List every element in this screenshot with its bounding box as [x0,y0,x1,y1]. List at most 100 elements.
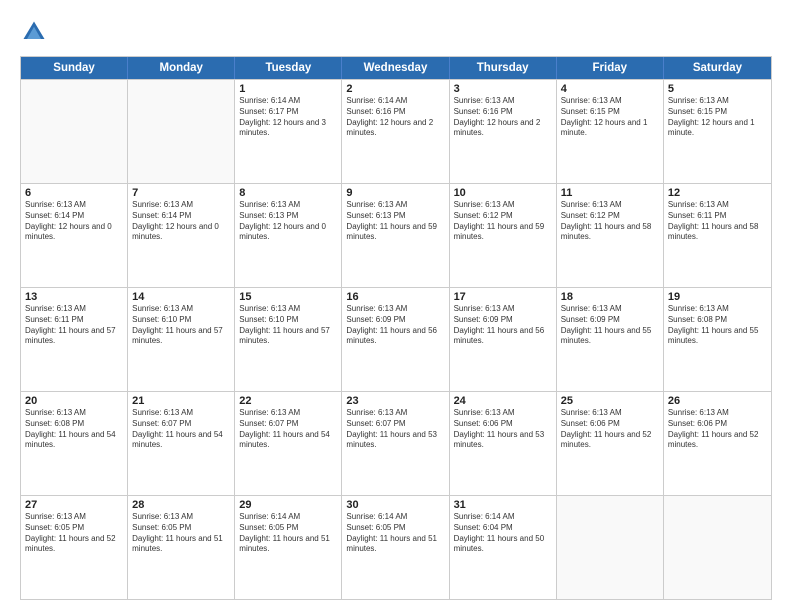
calendar-cell-1: 1Sunrise: 6:14 AMSunset: 6:17 PMDaylight… [235,80,342,183]
calendar-cell-8: 8Sunrise: 6:13 AMSunset: 6:13 PMDaylight… [235,184,342,287]
calendar-cell-30: 30Sunrise: 6:14 AMSunset: 6:05 PMDayligh… [342,496,449,599]
day-number: 28 [132,499,230,511]
day-info: Sunrise: 6:13 AMSunset: 6:13 PMDaylight:… [346,200,444,243]
calendar-cell-5: 5Sunrise: 6:13 AMSunset: 6:15 PMDaylight… [664,80,771,183]
calendar-cell-23: 23Sunrise: 6:13 AMSunset: 6:07 PMDayligh… [342,392,449,495]
day-number: 29 [239,499,337,511]
calendar-cell-22: 22Sunrise: 6:13 AMSunset: 6:07 PMDayligh… [235,392,342,495]
calendar-cell-16: 16Sunrise: 6:13 AMSunset: 6:09 PMDayligh… [342,288,449,391]
header [20,18,772,46]
calendar-cell-20: 20Sunrise: 6:13 AMSunset: 6:08 PMDayligh… [21,392,128,495]
day-info: Sunrise: 6:13 AMSunset: 6:06 PMDaylight:… [454,408,552,451]
day-info: Sunrise: 6:13 AMSunset: 6:09 PMDaylight:… [454,304,552,347]
calendar-cell-28: 28Sunrise: 6:13 AMSunset: 6:05 PMDayligh… [128,496,235,599]
day-number: 20 [25,395,123,407]
calendar-cell-13: 13Sunrise: 6:13 AMSunset: 6:11 PMDayligh… [21,288,128,391]
day-info: Sunrise: 6:13 AMSunset: 6:13 PMDaylight:… [239,200,337,243]
col-header-sunday: Sunday [21,57,128,79]
day-info: Sunrise: 6:13 AMSunset: 6:06 PMDaylight:… [668,408,767,451]
day-info: Sunrise: 6:14 AMSunset: 6:04 PMDaylight:… [454,512,552,555]
calendar-header-row: SundayMondayTuesdayWednesdayThursdayFrid… [21,57,771,79]
day-info: Sunrise: 6:13 AMSunset: 6:09 PMDaylight:… [561,304,659,347]
calendar-cell-10: 10Sunrise: 6:13 AMSunset: 6:12 PMDayligh… [450,184,557,287]
calendar-cell-empty [664,496,771,599]
day-info: Sunrise: 6:13 AMSunset: 6:07 PMDaylight:… [239,408,337,451]
day-number: 15 [239,291,337,303]
calendar-cell-empty [128,80,235,183]
calendar-cell-empty [21,80,128,183]
calendar-cell-29: 29Sunrise: 6:14 AMSunset: 6:05 PMDayligh… [235,496,342,599]
calendar-cell-3: 3Sunrise: 6:13 AMSunset: 6:16 PMDaylight… [450,80,557,183]
calendar-body: 1Sunrise: 6:14 AMSunset: 6:17 PMDaylight… [21,79,771,599]
day-info: Sunrise: 6:13 AMSunset: 6:15 PMDaylight:… [668,96,767,139]
calendar-cell-27: 27Sunrise: 6:13 AMSunset: 6:05 PMDayligh… [21,496,128,599]
calendar-cell-21: 21Sunrise: 6:13 AMSunset: 6:07 PMDayligh… [128,392,235,495]
logo [20,18,52,46]
col-header-thursday: Thursday [450,57,557,79]
calendar-cell-15: 15Sunrise: 6:13 AMSunset: 6:10 PMDayligh… [235,288,342,391]
calendar-cell-11: 11Sunrise: 6:13 AMSunset: 6:12 PMDayligh… [557,184,664,287]
col-header-tuesday: Tuesday [235,57,342,79]
calendar-cell-4: 4Sunrise: 6:13 AMSunset: 6:15 PMDaylight… [557,80,664,183]
day-info: Sunrise: 6:13 AMSunset: 6:10 PMDaylight:… [239,304,337,347]
day-number: 9 [346,187,444,199]
day-number: 1 [239,83,337,95]
day-info: Sunrise: 6:13 AMSunset: 6:07 PMDaylight:… [132,408,230,451]
day-number: 10 [454,187,552,199]
day-info: Sunrise: 6:14 AMSunset: 6:16 PMDaylight:… [346,96,444,139]
day-info: Sunrise: 6:13 AMSunset: 6:05 PMDaylight:… [25,512,123,555]
calendar: SundayMondayTuesdayWednesdayThursdayFrid… [20,56,772,600]
calendar-cell-6: 6Sunrise: 6:13 AMSunset: 6:14 PMDaylight… [21,184,128,287]
day-number: 11 [561,187,659,199]
col-header-friday: Friday [557,57,664,79]
day-info: Sunrise: 6:13 AMSunset: 6:11 PMDaylight:… [668,200,767,243]
day-info: Sunrise: 6:13 AMSunset: 6:12 PMDaylight:… [561,200,659,243]
calendar-row-4: 20Sunrise: 6:13 AMSunset: 6:08 PMDayligh… [21,391,771,495]
day-number: 13 [25,291,123,303]
calendar-cell-26: 26Sunrise: 6:13 AMSunset: 6:06 PMDayligh… [664,392,771,495]
day-number: 19 [668,291,767,303]
calendar-cell-7: 7Sunrise: 6:13 AMSunset: 6:14 PMDaylight… [128,184,235,287]
col-header-wednesday: Wednesday [342,57,449,79]
day-number: 6 [25,187,123,199]
day-info: Sunrise: 6:13 AMSunset: 6:15 PMDaylight:… [561,96,659,139]
day-info: Sunrise: 6:13 AMSunset: 6:14 PMDaylight:… [25,200,123,243]
day-info: Sunrise: 6:13 AMSunset: 6:10 PMDaylight:… [132,304,230,347]
day-info: Sunrise: 6:13 AMSunset: 6:12 PMDaylight:… [454,200,552,243]
day-number: 16 [346,291,444,303]
day-number: 27 [25,499,123,511]
calendar-row-1: 1Sunrise: 6:14 AMSunset: 6:17 PMDaylight… [21,79,771,183]
day-number: 12 [668,187,767,199]
calendar-cell-25: 25Sunrise: 6:13 AMSunset: 6:06 PMDayligh… [557,392,664,495]
calendar-cell-19: 19Sunrise: 6:13 AMSunset: 6:08 PMDayligh… [664,288,771,391]
day-number: 21 [132,395,230,407]
calendar-row-2: 6Sunrise: 6:13 AMSunset: 6:14 PMDaylight… [21,183,771,287]
day-number: 24 [454,395,552,407]
day-info: Sunrise: 6:14 AMSunset: 6:05 PMDaylight:… [239,512,337,555]
day-info: Sunrise: 6:13 AMSunset: 6:09 PMDaylight:… [346,304,444,347]
logo-icon [20,18,48,46]
day-number: 26 [668,395,767,407]
day-info: Sunrise: 6:13 AMSunset: 6:08 PMDaylight:… [668,304,767,347]
calendar-cell-31: 31Sunrise: 6:14 AMSunset: 6:04 PMDayligh… [450,496,557,599]
day-number: 5 [668,83,767,95]
col-header-monday: Monday [128,57,235,79]
day-number: 25 [561,395,659,407]
calendar-cell-14: 14Sunrise: 6:13 AMSunset: 6:10 PMDayligh… [128,288,235,391]
day-info: Sunrise: 6:13 AMSunset: 6:16 PMDaylight:… [454,96,552,139]
day-number: 22 [239,395,337,407]
calendar-cell-9: 9Sunrise: 6:13 AMSunset: 6:13 PMDaylight… [342,184,449,287]
day-info: Sunrise: 6:13 AMSunset: 6:14 PMDaylight:… [132,200,230,243]
calendar-cell-18: 18Sunrise: 6:13 AMSunset: 6:09 PMDayligh… [557,288,664,391]
calendar-cell-2: 2Sunrise: 6:14 AMSunset: 6:16 PMDaylight… [342,80,449,183]
day-number: 4 [561,83,659,95]
day-number: 14 [132,291,230,303]
day-number: 31 [454,499,552,511]
day-info: Sunrise: 6:13 AMSunset: 6:06 PMDaylight:… [561,408,659,451]
day-number: 8 [239,187,337,199]
day-info: Sunrise: 6:13 AMSunset: 6:05 PMDaylight:… [132,512,230,555]
calendar-cell-17: 17Sunrise: 6:13 AMSunset: 6:09 PMDayligh… [450,288,557,391]
day-info: Sunrise: 6:13 AMSunset: 6:08 PMDaylight:… [25,408,123,451]
page: SundayMondayTuesdayWednesdayThursdayFrid… [0,0,792,612]
day-number: 17 [454,291,552,303]
